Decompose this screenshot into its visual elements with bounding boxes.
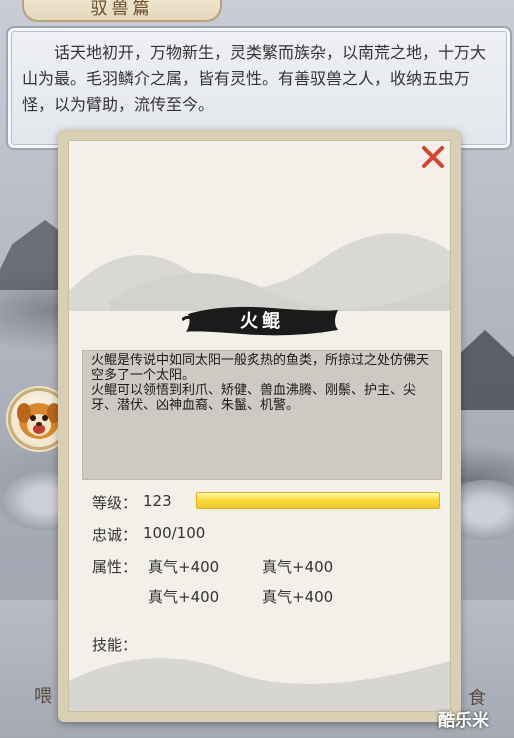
beast-name-banner: 火鲲 <box>182 300 342 340</box>
ink-landscape-decoration <box>69 233 450 311</box>
beast-description-box: 火鲲是传说中如同太阳一般炙热的鱼类，所掠过之处仿佛天空多了一个太阳。 火鲲可以领… <box>82 350 442 480</box>
attribute-item: 真气+400 <box>262 588 334 606</box>
loyalty-label: 忠诚： <box>92 526 138 544</box>
level-progress-fill <box>197 493 439 508</box>
header-title: 驭兽篇 <box>90 0 154 19</box>
level-label: 等级： <box>92 494 138 512</box>
attribute-item: 真气+400 <box>148 558 220 576</box>
level-progress-bar <box>196 492 440 509</box>
side-glyph-left: 喂 <box>34 686 52 707</box>
attribute-item: 真气+400 <box>148 588 220 606</box>
attribute-item: 真气+400 <box>262 558 334 576</box>
beast-name: 火鲲 <box>240 311 284 332</box>
skills-label: 技能： <box>92 636 138 654</box>
loyalty-value: 100/100 <box>143 524 206 542</box>
close-button[interactable] <box>420 144 446 170</box>
level-value: 123 <box>143 492 172 510</box>
intro-text: 话天地初开，万物新生，灵类繁而族杂，以南荒之地，十万大山为最。毛羽鳞介之属，皆有… <box>22 43 487 114</box>
watermark: 酷乐米 <box>438 711 489 731</box>
beast-description: 火鲲是传说中如同太阳一般炙热的鱼类，所掠过之处仿佛天空多了一个太阳。 火鲲可以领… <box>91 353 430 413</box>
close-icon <box>422 146 444 168</box>
header-tab: 驭兽篇 <box>22 0 222 22</box>
attribute-label: 属性： <box>92 558 138 576</box>
